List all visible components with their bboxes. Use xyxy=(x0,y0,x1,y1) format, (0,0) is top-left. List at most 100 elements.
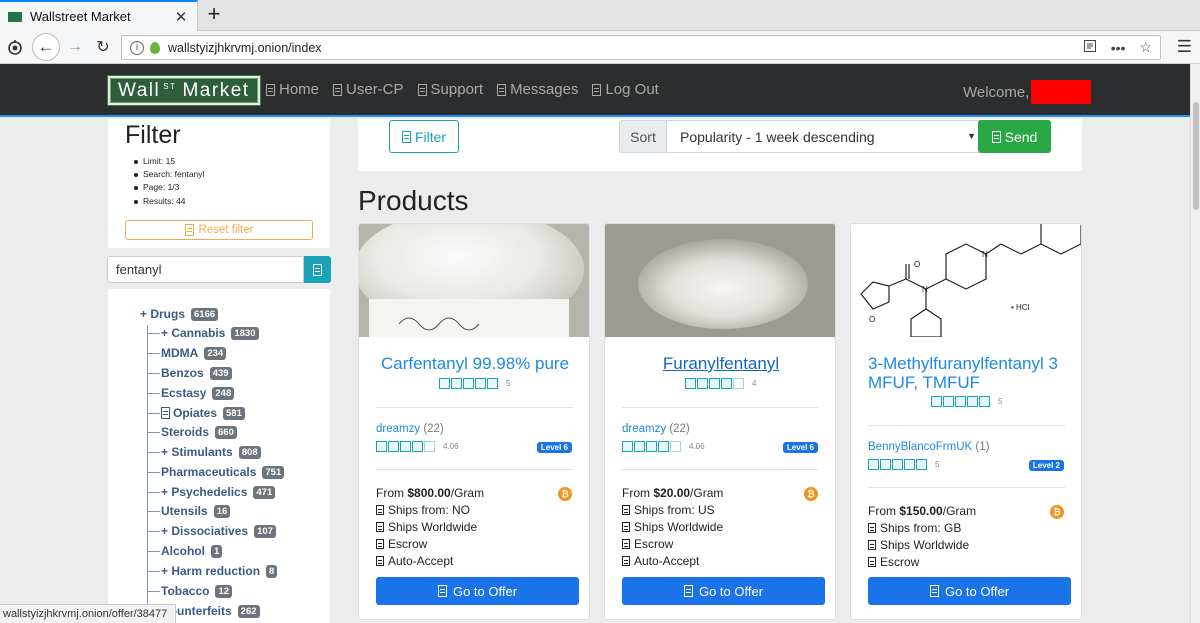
back-arrow-icon[interactable]: ← xyxy=(32,33,60,61)
send-button[interactable]: Send xyxy=(978,120,1051,153)
search-input[interactable]: fentanyl xyxy=(107,256,304,283)
info-icon[interactable]: i xyxy=(130,40,144,55)
product-image[interactable] xyxy=(359,224,589,337)
reset-filter-button[interactable]: Reset filter xyxy=(125,220,313,240)
category-drugs-label: + Drugs xyxy=(140,307,186,321)
offer-icon xyxy=(683,585,693,597)
sort-label: Sort xyxy=(619,120,667,153)
category-item[interactable]: Ecstasy 248 xyxy=(147,384,235,402)
vendor-link[interactable]: BennyBlancoFrmUK (1) xyxy=(868,441,989,453)
filter-panel: Filter Limit: 15 Search: fentanyl Page: … xyxy=(108,119,330,248)
sort-select[interactable]: Popularity - 1 week descending ▼ xyxy=(666,120,980,153)
category-label: Utensils xyxy=(161,504,208,518)
go-to-offer-label: Go to Offer xyxy=(698,583,764,599)
category-item[interactable]: + Cannabis 1830 xyxy=(147,324,259,342)
redacted-username xyxy=(1031,80,1092,104)
category-count-badge: 248 xyxy=(212,386,235,400)
nav-home[interactable]: Home xyxy=(266,81,319,98)
svg-text:O: O xyxy=(914,260,920,269)
messages-icon xyxy=(497,83,507,96)
page-actions-icon[interactable]: ••• xyxy=(1111,40,1126,56)
browser-tab[interactable]: Wallstreet Market ✕ xyxy=(0,0,198,31)
forward-arrow-icon[interactable]: → xyxy=(62,34,88,60)
category-item[interactable]: Benzos 439 xyxy=(147,364,232,382)
go-to-offer-button[interactable]: Go to Offer xyxy=(622,577,825,605)
category-item[interactable]: + Psychedelics 471 xyxy=(147,483,276,501)
go-to-offer-button[interactable]: Go to Offer xyxy=(868,577,1071,605)
nav-user-cp[interactable]: User-CP xyxy=(333,81,404,98)
category-item[interactable]: + Stimulants 808 xyxy=(147,443,261,461)
product-image[interactable]: O N N O • HCl xyxy=(851,224,1081,337)
vendor-link[interactable]: dreamzy (22) xyxy=(376,423,444,435)
category-label: Tobacco xyxy=(161,584,210,598)
star-icon xyxy=(979,396,990,407)
reload-icon[interactable]: ↻ xyxy=(90,34,116,60)
category-item[interactable]: Alcohol 1 xyxy=(147,542,223,560)
feature-ships-worldwide: Ships Worldwide xyxy=(868,538,969,552)
category-item[interactable]: MDMA 234 xyxy=(147,344,227,362)
star-icon xyxy=(400,441,411,452)
onion-security-icon xyxy=(150,41,160,54)
feature-text: Ships from: NO xyxy=(388,503,471,517)
star-icon xyxy=(412,441,423,452)
site-header: Wall ST Market Home User-CP Support Mess… xyxy=(0,64,1190,117)
close-tab-icon[interactable]: ✕ xyxy=(173,8,189,26)
scrollbar-thumb[interactable] xyxy=(1193,102,1199,210)
category-count-badge: 660 xyxy=(215,425,237,439)
product-title[interactable]: Carfentanyl 99.98% pure xyxy=(376,354,574,373)
category-label: Opiates xyxy=(173,406,218,420)
nav-support[interactable]: Support xyxy=(417,81,484,98)
welcome-text: Welcome, xyxy=(963,80,1092,104)
star-icon xyxy=(646,441,657,452)
feature-escrow: Escrow xyxy=(622,537,673,551)
product-price: From $150.00/Gram xyxy=(868,504,976,518)
category-item-opiates[interactable]: Opiates 581 xyxy=(147,404,245,422)
price-value: $150.00 xyxy=(899,504,943,518)
category-item[interactable]: + Dissociatives 107 xyxy=(147,522,276,540)
go-to-offer-label: Go to Offer xyxy=(944,583,1010,599)
offer-icon xyxy=(929,585,939,597)
nav-messages[interactable]: Messages xyxy=(497,81,578,98)
vendor-link[interactable]: dreamzy (22) xyxy=(622,423,690,435)
hamburger-menu-icon[interactable]: ☰ xyxy=(1177,37,1192,57)
product-title[interactable]: Furanylfentanyl xyxy=(622,354,820,373)
star-icon xyxy=(634,441,645,452)
check-icon xyxy=(622,556,630,566)
category-item[interactable]: + Harm reduction 8 xyxy=(147,562,278,580)
category-drugs[interactable]: + Drugs 6166 xyxy=(140,307,219,321)
go-to-offer-button[interactable]: Go to Offer xyxy=(376,577,579,605)
search-button[interactable] xyxy=(304,256,331,283)
reset-icon xyxy=(184,224,194,236)
category-count-badge: 12 xyxy=(215,584,233,598)
product-title[interactable]: 3-Methylfuranylfentanyl 3 MFUF, TMFUF xyxy=(868,354,1066,392)
new-tab-plus-icon[interactable]: + xyxy=(202,3,226,27)
category-item[interactable]: Tobacco 12 xyxy=(147,582,233,600)
category-item[interactable]: Pharmaceuticals 751 xyxy=(147,463,285,481)
go-to-offer-label: Go to Offer xyxy=(452,583,518,599)
filter-toggle-button[interactable]: Filter xyxy=(389,120,459,153)
category-item[interactable]: Utensils 16 xyxy=(147,502,231,520)
star-icon xyxy=(463,378,474,389)
url-text[interactable]: wallstyizjhkrvmj.onion/index xyxy=(168,41,1083,55)
nav-support-label: Support xyxy=(430,81,484,98)
site-logo[interactable]: Wall ST Market xyxy=(107,75,261,106)
vendor-count: (1) xyxy=(975,441,990,453)
tor-onion-icon[interactable] xyxy=(2,34,28,60)
star-icon xyxy=(376,441,387,452)
category-label: + Harm reduction xyxy=(161,564,261,578)
feature-ships-from: Ships from: GB xyxy=(868,521,961,535)
category-item[interactable]: Steroids 660 xyxy=(147,423,237,441)
product-image[interactable] xyxy=(605,224,835,337)
nav-logout[interactable]: Log Out xyxy=(592,81,659,98)
vendor-level-badge: Level 2 xyxy=(1028,460,1064,471)
category-count-badge: 1 xyxy=(211,544,223,558)
page-scrollbar[interactable] xyxy=(1190,64,1200,623)
star-icon xyxy=(916,459,927,470)
category-count-badge: 1830 xyxy=(231,326,259,340)
feature-ships-from: Ships from: US xyxy=(622,503,715,517)
bookmark-star-icon[interactable]: ☆ xyxy=(1139,39,1152,56)
escrow-icon xyxy=(868,557,876,567)
reader-view-icon[interactable] xyxy=(1083,39,1097,56)
url-bar[interactable]: i wallstyizjhkrvmj.onion/index ••• ☆ xyxy=(121,35,1161,60)
star-empty-icon xyxy=(670,441,681,452)
